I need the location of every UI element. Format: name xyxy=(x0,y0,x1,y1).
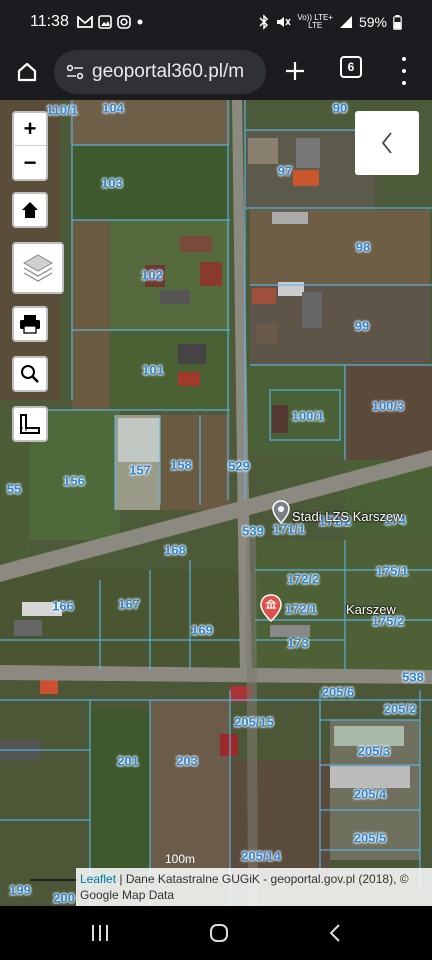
parcel-label[interactable]: 201 xyxy=(117,754,139,769)
site-settings-icon[interactable] xyxy=(66,64,84,80)
instagram-icon xyxy=(117,15,131,29)
zoom-in-button[interactable]: + xyxy=(14,113,46,146)
zoom-control: + − xyxy=(12,111,48,181)
plus-icon xyxy=(286,62,304,80)
satellite-imagery xyxy=(0,100,432,906)
parcel-label[interactable]: 110/1 xyxy=(46,103,78,118)
ruler-icon xyxy=(20,414,40,434)
place-label-stadion[interactable]: Stadi LZS Karszew xyxy=(292,509,403,524)
home-extent-button[interactable] xyxy=(12,192,48,228)
new-tab-button[interactable] xyxy=(281,54,309,90)
town-hall-icon[interactable] xyxy=(260,594,282,622)
volte-icon: Vo)) LTE+ LTE xyxy=(297,13,333,30)
parcel-label[interactable]: 169 xyxy=(191,623,213,638)
home-nav-button[interactable] xyxy=(209,923,229,943)
photos-icon xyxy=(98,15,112,29)
parcel-label[interactable]: 205/4 xyxy=(354,787,387,802)
layers-button[interactable] xyxy=(12,242,64,294)
attribution-text: | Dane Katastralne GUGiK - geoportal.gov… xyxy=(80,872,409,902)
parcel-label[interactable]: 166 xyxy=(52,599,74,614)
scale-label: 100m xyxy=(165,852,196,866)
tab-switcher-button[interactable]: 6 xyxy=(340,56,362,78)
address-bar[interactable]: geoportal360.pl/m xyxy=(54,50,266,94)
parcel-label[interactable]: 200 xyxy=(53,891,75,906)
parcel-label[interactable]: 100/3 xyxy=(372,399,405,414)
location-pin-icon[interactable] xyxy=(272,500,290,524)
mute-icon xyxy=(277,17,291,27)
gmail-icon xyxy=(76,16,93,28)
layers-icon xyxy=(22,254,54,282)
parcel-label[interactable]: 205/15 xyxy=(234,715,274,730)
parcel-label[interactable]: 97 xyxy=(278,164,292,179)
parcel-label[interactable]: 199 xyxy=(9,883,31,898)
parcel-label[interactable]: 172/2 xyxy=(287,572,320,587)
zoom-out-button[interactable]: − xyxy=(14,146,46,179)
search-icon xyxy=(21,365,39,383)
parcel-label[interactable]: 99 xyxy=(355,319,369,334)
parcel-label[interactable]: 102 xyxy=(141,268,163,283)
recents-button[interactable] xyxy=(90,924,110,942)
battery-percent: 59% xyxy=(358,14,387,30)
print-button[interactable] xyxy=(12,306,48,342)
parcel-label[interactable]: 205/14 xyxy=(241,849,281,864)
map-attribution: Leaflet | Dane Katastralne GUGiK - geopo… xyxy=(76,868,432,906)
search-button[interactable] xyxy=(12,356,48,392)
signal-icon xyxy=(339,16,352,28)
url-text: geoportal360.pl/m xyxy=(92,61,245,82)
parcel-label[interactable]: 104 xyxy=(102,101,124,116)
overflow-menu-button[interactable] xyxy=(397,56,411,86)
browser-toolbar: geoportal360.pl/m 6 xyxy=(0,44,432,100)
place-label-karszew[interactable]: Karszew xyxy=(346,602,396,617)
dot-icon xyxy=(402,69,406,73)
parcel-label[interactable]: 167 xyxy=(118,597,140,612)
status-time: 11:38 xyxy=(30,13,69,30)
parcel-label[interactable]: 538 xyxy=(402,670,424,685)
parcel-label[interactable]: 205/5 xyxy=(354,831,387,846)
home-icon xyxy=(22,202,38,218)
parcel-label[interactable]: 103 xyxy=(101,176,123,191)
side-panel-toggle[interactable] xyxy=(355,111,419,175)
parcel-label[interactable]: 158 xyxy=(170,458,192,473)
home-button[interactable] xyxy=(0,44,54,100)
parcel-label[interactable]: 203 xyxy=(176,754,198,769)
back-button[interactable] xyxy=(328,923,342,943)
parcel-label[interactable]: 205/3 xyxy=(358,744,391,759)
parcel-label[interactable]: 529 xyxy=(228,459,250,474)
dot-icon xyxy=(402,57,406,61)
parcel-label[interactable]: 157 xyxy=(129,463,151,478)
parcel-label[interactable]: 539 xyxy=(242,524,264,539)
dot-icon xyxy=(402,81,406,85)
parcel-label[interactable]: 90 xyxy=(333,101,347,116)
bluetooth-icon xyxy=(259,14,269,30)
parcel-label[interactable]: 175/1 xyxy=(376,564,409,579)
parcel-label[interactable]: 101 xyxy=(142,363,164,378)
leaflet-link[interactable]: Leaflet xyxy=(80,872,116,886)
parcel-label[interactable]: 205/6 xyxy=(322,685,355,700)
parcel-label[interactable]: 205/2 xyxy=(384,702,417,717)
parcel-label[interactable]: 55 xyxy=(7,482,21,497)
parcel-label[interactable]: 100/1 xyxy=(292,409,325,424)
home-icon xyxy=(17,62,37,82)
dot-icon xyxy=(137,19,143,25)
printer-icon xyxy=(20,315,40,334)
map-viewport[interactable]: 110/1 104 90 97 103 98 102 99 101 100/1 100/3 157 15… xyxy=(0,100,432,906)
parcel-label[interactable]: 98 xyxy=(356,240,370,255)
system-nav-bar xyxy=(0,906,432,960)
parcel-label[interactable]: 156 xyxy=(63,474,85,489)
measure-button[interactable] xyxy=(12,406,48,442)
parcel-label[interactable]: 168 xyxy=(164,543,186,558)
chevron-left-icon xyxy=(381,132,392,154)
parcel-label[interactable]: 172/1 xyxy=(285,602,318,617)
battery-icon xyxy=(393,14,402,30)
parcel-label[interactable]: 173 xyxy=(287,636,309,651)
status-bar: 11:38 Vo)) LTE+ LTE 59% xyxy=(0,0,432,44)
